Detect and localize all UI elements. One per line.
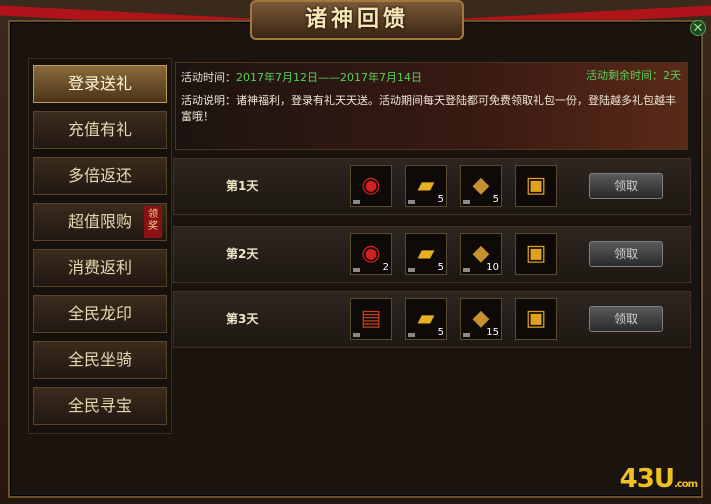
reward-slot[interactable]: ▰ 5	[405, 233, 447, 275]
day-label: 第1天	[226, 179, 259, 193]
sidebar-item-multi-return[interactable]: 多倍返还	[33, 157, 167, 195]
close-button[interactable]: ✕	[690, 20, 706, 36]
reward-slot[interactable]: ◆ 5	[460, 165, 502, 207]
close-icon: ✕	[692, 21, 704, 36]
red-ring-icon: ◉	[361, 173, 381, 198]
reward-count: 5	[437, 262, 444, 273]
sidebar-item-label: 全民龙印	[67, 304, 132, 323]
reward-slot[interactable]: ◆ 15	[460, 298, 502, 340]
reward-slot[interactable]: ▣	[515, 298, 557, 340]
lock-icon	[408, 200, 415, 204]
reward-slot[interactable]: ▣	[515, 233, 557, 275]
site-watermark-logo: 43U.com	[619, 464, 698, 494]
event-description: 活动说明：诸神福利，登录有礼天天送。活动期间每天登陆都可免费领取礼包一份，登陆越…	[181, 94, 676, 123]
lock-icon	[353, 333, 360, 337]
lock-icon	[408, 333, 415, 337]
lock-icon	[463, 268, 470, 272]
reward-slot[interactable]: ▤	[350, 298, 392, 340]
day-label: 第3天	[226, 312, 259, 326]
lock-icon	[353, 200, 360, 204]
lock-icon	[353, 268, 360, 272]
claim-button[interactable]: 领取	[589, 241, 663, 267]
reward-count: 5	[492, 194, 499, 205]
claim-button[interactable]: 领取	[589, 173, 663, 199]
event-time: 活动时间：2017年7月12日——2017年7月14日	[181, 69, 422, 85]
sidebar-item-treasure-hunt[interactable]: 全民寻宝	[33, 387, 167, 425]
game-window: 诸神回馈 ✕ 登录送礼 充值有礼 多倍返还 超值限购 领奖 消费返利 全民龙印 …	[0, 0, 711, 504]
reward-row-day1: 第1天 ◉ ▰ 5 ◆ 5 ▣ 领取	[173, 158, 691, 215]
window-header: 诸神回馈	[250, 0, 464, 40]
lock-icon	[463, 200, 470, 204]
sidebar-item-mount[interactable]: 全民坐骑	[33, 341, 167, 379]
sidebar-item-label: 全民寻宝	[67, 396, 132, 415]
sidebar-item-label: 消费返利	[67, 258, 132, 277]
claim-badge: 领奖	[144, 206, 162, 238]
event-info-panel: 活动时间：2017年7月12日——2017年7月14日 活动剩余时间：2天 活动…	[175, 62, 688, 150]
watermark-suffix: .com	[673, 479, 698, 490]
claim-button[interactable]: 领取	[589, 306, 663, 332]
scroll-icon: ▤	[360, 306, 382, 331]
reward-count: 15	[486, 327, 499, 338]
reward-slot[interactable]: ◆ 10	[460, 233, 502, 275]
event-time-value: 2017年7月12日——2017年7月14日	[236, 71, 422, 84]
reward-slot[interactable]: ▰ 5	[405, 298, 447, 340]
reward-row-day3: 第3天 ▤ ▰ 5 ◆ 15 ▣ 领取	[173, 291, 691, 348]
sidebar-item-label: 登录送礼	[67, 74, 132, 93]
watermark-text: 43U	[619, 464, 675, 494]
sidebar-item-dragon-seal[interactable]: 全民龙印	[33, 295, 167, 333]
sidebar-item-label: 多倍返还	[67, 166, 132, 185]
sidebar-item-limited-purchase[interactable]: 超值限购 领奖	[33, 203, 167, 241]
sidebar-item-spend-rebate[interactable]: 消费返利	[33, 249, 167, 287]
reward-slot[interactable]: ◉ 2	[350, 233, 392, 275]
reward-count: 10	[486, 262, 499, 273]
event-time-label: 活动时间：	[181, 71, 236, 84]
gift-box-icon: ▣	[525, 306, 547, 331]
lock-icon	[408, 268, 415, 272]
reward-count: 2	[382, 262, 389, 273]
reward-count: 5	[437, 327, 444, 338]
sidebar-item-login-gift[interactable]: 登录送礼	[33, 65, 167, 103]
lock-icon	[463, 333, 470, 337]
reward-slot[interactable]: ▣	[515, 165, 557, 207]
sidebar-item-recharge-gift[interactable]: 充值有礼	[33, 111, 167, 149]
sidebar-item-label: 超值限购	[67, 212, 132, 231]
gift-box-icon: ▣	[525, 241, 547, 266]
sidebar-nav: 登录送礼 充值有礼 多倍返还 超值限购 领奖 消费返利 全民龙印 全民坐骑 全民…	[28, 58, 172, 434]
reward-slot[interactable]: ▰ 5	[405, 165, 447, 207]
reward-row-day2: 第2天 ◉ 2 ▰ 5 ◆ 10 ▣ 领取	[173, 226, 691, 283]
reward-slot[interactable]: ◉	[350, 165, 392, 207]
day-label: 第2天	[226, 247, 259, 261]
sidebar-item-label: 充值有礼	[67, 120, 132, 139]
sidebar-item-label: 全民坐骑	[67, 350, 132, 369]
window-title: 诸神回馈	[304, 7, 409, 32]
remaining-time: 活动剩余时间：2天	[586, 69, 681, 82]
reward-count: 5	[437, 194, 444, 205]
gift-box-icon: ▣	[525, 173, 547, 198]
